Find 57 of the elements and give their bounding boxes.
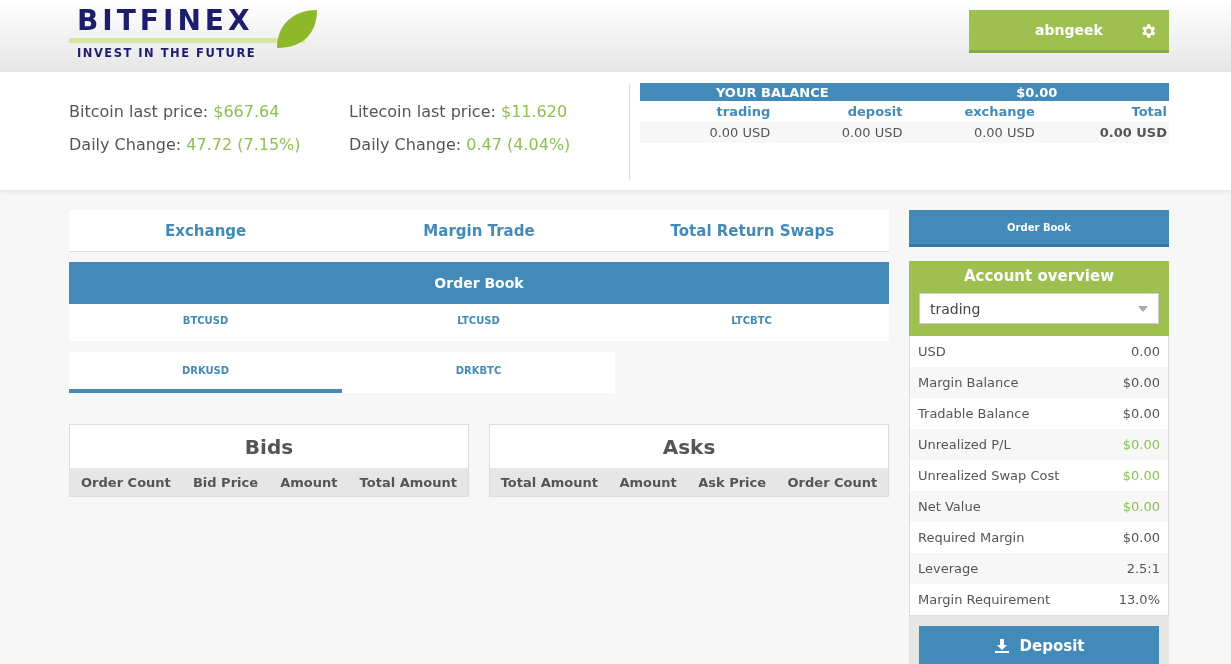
- order-table-title: Bids: [243, 433, 295, 461]
- column-header: Ask Price: [698, 474, 767, 490]
- row-value: $0.00: [1122, 530, 1160, 545]
- row-value: $0.00: [1122, 468, 1160, 483]
- row-value: $0.00: [1122, 375, 1160, 390]
- account-select[interactable]: trading: [919, 293, 1159, 324]
- pair-tab[interactable]: DRKUSD: [69, 352, 342, 393]
- last-price: Litecoin last price: $11.620: [349, 102, 569, 121]
- deposit-button[interactable]: Deposit: [919, 626, 1159, 664]
- logo-name: BITFINEX: [76, 6, 255, 36]
- table-cell: 0.00 USD: [1036, 122, 1169, 143]
- caret-icon: [1138, 305, 1148, 312]
- row-value: $0.00: [1122, 437, 1160, 452]
- row-label: Unrealized Swap Cost: [918, 468, 1060, 483]
- column-header: Bid Price: [192, 474, 259, 490]
- column-header: Order Count: [81, 474, 171, 490]
- daily-change: Daily Change: 0.47 (4.04%): [349, 135, 572, 154]
- row-value: 2.5:1: [1126, 561, 1160, 576]
- download-icon: [993, 638, 1010, 654]
- balance-title: YOUR BALANCE: [714, 84, 830, 100]
- balance-amount: $0.00: [1015, 84, 1059, 100]
- row-label: Margin Requirement: [918, 592, 1051, 607]
- column-header: trading: [715, 103, 772, 121]
- row-value: 0.00: [1131, 344, 1160, 359]
- order-table-title: Asks: [661, 433, 717, 461]
- row-label: Net Value: [918, 499, 981, 514]
- column-header: Amount: [280, 474, 338, 490]
- table-cell: 0.00 USD: [904, 122, 1037, 143]
- table-cell: 0.00 USD: [772, 122, 905, 143]
- pair-tab[interactable]: DRKBTC: [342, 352, 615, 393]
- row-value: $0.00: [1122, 499, 1160, 514]
- row-value: 13.0%: [1118, 592, 1160, 607]
- column-header: exchange: [963, 103, 1036, 121]
- row-label: Unrealized P/L: [918, 437, 1011, 452]
- panel-title: Account overview: [963, 267, 1115, 285]
- market-tab[interactable]: Total Return Swaps: [615, 210, 889, 251]
- row-label: Margin Balance: [918, 375, 1019, 390]
- market-tab[interactable]: Margin Trade: [342, 210, 616, 251]
- row-value: $0.00: [1122, 406, 1160, 421]
- column-header: deposit: [846, 103, 904, 121]
- order-book-header: Order Book: [69, 262, 889, 304]
- row-label: USD: [918, 344, 946, 359]
- column-header: Total: [1130, 103, 1168, 121]
- column-header: Amount: [619, 474, 677, 490]
- table-cell: 0.00 USD: [640, 122, 773, 143]
- column-header: Total Amount: [359, 474, 457, 490]
- column-header: Order Count: [787, 474, 878, 490]
- row-label: Tradable Balance: [918, 406, 1030, 421]
- daily-change: Daily Change: 47.72 (7.15%): [69, 135, 302, 154]
- row-label: Leverage: [918, 561, 979, 576]
- market-tab[interactable]: Exchange: [69, 210, 343, 251]
- logo-tagline: INVEST IN THE FUTURE: [76, 46, 258, 60]
- user-button[interactable]: abngeek: [969, 10, 1169, 53]
- order-book-button[interactable]: Order Book: [909, 210, 1169, 247]
- row-label: Required Margin: [918, 530, 1025, 545]
- column-header: Total Amount: [500, 474, 599, 490]
- last-price: Bitcoin last price: $667.64: [69, 102, 281, 121]
